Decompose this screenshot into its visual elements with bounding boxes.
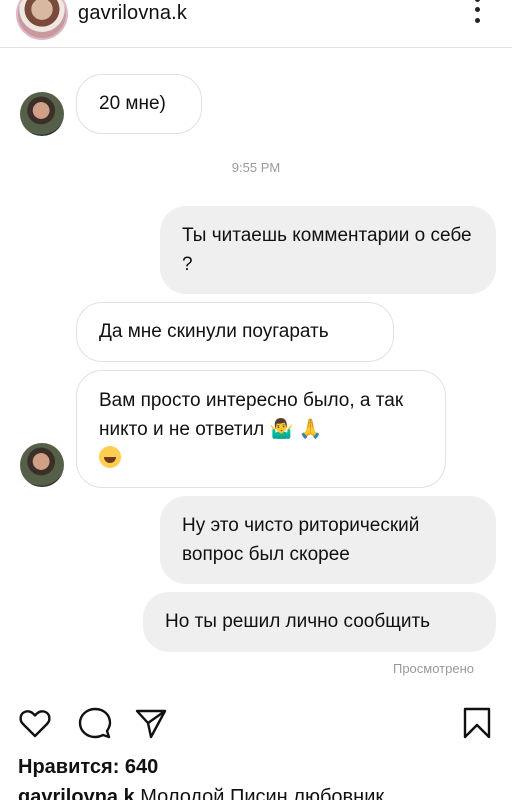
message-text: Ну это чисто риторический вопрос был ско… — [182, 515, 420, 565]
heart-icon[interactable] — [18, 706, 52, 740]
post-actions-bar — [0, 700, 512, 744]
likes-count[interactable]: Нравится: 640 — [18, 756, 158, 779]
message-text: Да мне скинули поугарать — [99, 321, 329, 342]
pray-emoji: 🙏 — [298, 419, 323, 440]
message-text: Ты читаешь комментарии о себе ? — [182, 225, 472, 275]
message-bubble-outgoing: Но ты решил лично сообщить — [143, 592, 496, 652]
message-bubble-outgoing: Ты читаешь комментарии о себе ? — [160, 206, 496, 294]
message-text: Но ты решил лично сообщить — [165, 611, 431, 632]
bookmark-icon[interactable] — [460, 706, 494, 740]
send-icon[interactable] — [134, 706, 168, 740]
caption-text: Молодой Писин любовник — [140, 786, 385, 800]
sender-avatar[interactable] — [20, 92, 64, 136]
message-bubble-incoming: 20 мне) — [76, 74, 202, 134]
more-options-icon[interactable] — [470, 0, 484, 26]
seen-status: Просмотрено — [392, 661, 474, 676]
message-bubble-incoming: Вам просто интересно было, а так никто и… — [76, 370, 446, 488]
message-text: Вам просто интересно было, а так никто и… — [99, 390, 404, 440]
tears-of-joy-emoji — [99, 446, 121, 468]
profile-avatar[interactable] — [16, 0, 68, 40]
caption-username[interactable]: gavrilovna.k — [18, 786, 135, 800]
post-caption: gavrilovna.k Молодой Писин любовник — [18, 786, 384, 800]
message-text: 20 мне) — [99, 93, 166, 114]
sender-avatar[interactable] — [20, 443, 64, 487]
comment-icon[interactable] — [78, 706, 112, 740]
shrug-emoji: 🤷‍♂️ — [269, 419, 294, 440]
header-username[interactable]: gavrilovna.k — [78, 2, 187, 25]
message-timestamp: 9:55 PM — [231, 160, 281, 175]
chat-header: gavrilovna.k — [0, 0, 512, 48]
message-bubble-outgoing: Ну это чисто риторический вопрос был ско… — [160, 496, 496, 584]
message-bubble-incoming: Да мне скинули поугарать — [76, 302, 394, 362]
